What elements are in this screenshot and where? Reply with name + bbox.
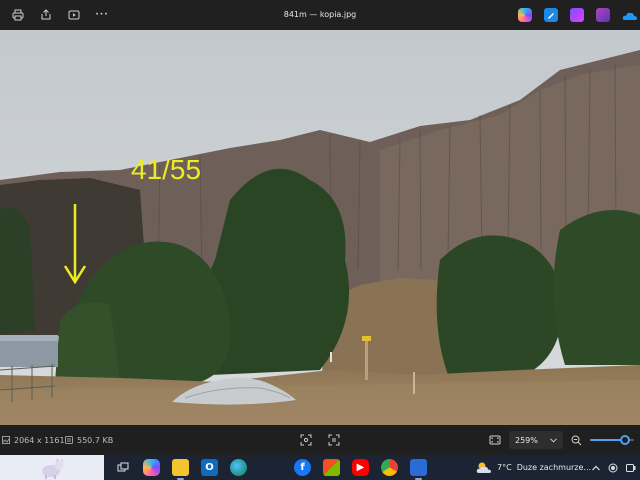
title-bar: ··· 841m — kopia.jpg [0,0,640,30]
youtube-icon[interactable]: ▶ [352,459,369,476]
photos-taskbar-icon[interactable] [410,459,427,480]
toolbar-left: ··· [0,0,116,30]
edge-icon[interactable] [230,459,247,476]
more-options-button[interactable]: ··· [88,0,116,30]
print-button[interactable] [4,0,32,30]
cloudy-weather-icon [476,462,491,473]
edit-icon[interactable] [544,8,558,22]
facebook-icon[interactable]: f [294,459,311,476]
file-explorer-icon[interactable] [172,459,189,480]
photo-annotation-label: 41/55 [131,154,201,185]
dimensions-icon [2,436,10,444]
onedrive-icon[interactable] [622,8,637,22]
copilot-icon[interactable] [518,8,532,22]
slideshow-icon [68,10,80,20]
chevron-up-icon[interactable] [592,465,600,471]
text-scan-icon[interactable] [328,434,340,446]
weather-temperature: 7°C [497,463,512,472]
toolbar-right [518,0,640,30]
zoom-controls: 259% [489,431,640,449]
slideshow-button[interactable] [60,0,88,30]
task-view-icon[interactable] [114,459,131,476]
weather-widget[interactable]: 7°C Duze zachmurze... [476,455,591,480]
print-icon [12,9,24,21]
share-button[interactable] [32,0,60,30]
teams-icon[interactable] [626,463,636,473]
share-icon [41,9,51,20]
store-icon[interactable] [323,459,340,476]
image-dimensions: 2064 x 1161 [2,436,65,445]
zoom-level-dropdown[interactable]: 259% [509,431,563,449]
dimensions-text: 2064 x 1161 [14,435,65,445]
outlook-icon[interactable]: O [201,459,218,476]
photo-viewport[interactable]: 41/55 [0,30,640,425]
file-size-text: 550.7 KB [77,435,114,445]
copilot-taskbar-icon[interactable] [143,459,160,476]
widgets-button[interactable] [0,455,104,480]
file-size-icon [65,436,73,444]
landscape-photo: 41/55 [0,30,640,425]
weather-description: Duze zachmurze... [516,463,592,472]
zoom-slider[interactable] [590,433,634,447]
status-center-tools [300,434,340,446]
chevron-down-icon [550,437,557,443]
photos-app-window: ··· 841m — kopia.jpg 41/55 2064 x 1161 5… [0,0,640,480]
zoom-out-icon[interactable] [571,435,582,446]
recording-icon[interactable] [608,463,618,473]
chrome-icon[interactable] [381,459,398,476]
clipchamp-icon[interactable] [570,8,584,22]
zoom-level-value: 259% [515,435,538,445]
more-icon: ··· [95,10,109,20]
visual-search-icon[interactable] [300,434,312,446]
zoom-slider-thumb[interactable] [620,435,631,445]
taskbar-pinned-right: f ▶ [294,455,427,480]
system-tray [592,455,640,480]
fit-to-window-icon[interactable] [489,434,501,446]
taskbar-pinned-left: O [104,459,247,480]
status-bar: 2064 x 1161 550.7 KB 259% [0,425,640,455]
windows-taskbar: O f ▶ 7°C Duze zachmurze... [0,455,640,480]
photos-app-icon[interactable] [596,8,610,22]
file-size: 550.7 KB [65,436,113,445]
widget-animal-icon [42,457,64,479]
